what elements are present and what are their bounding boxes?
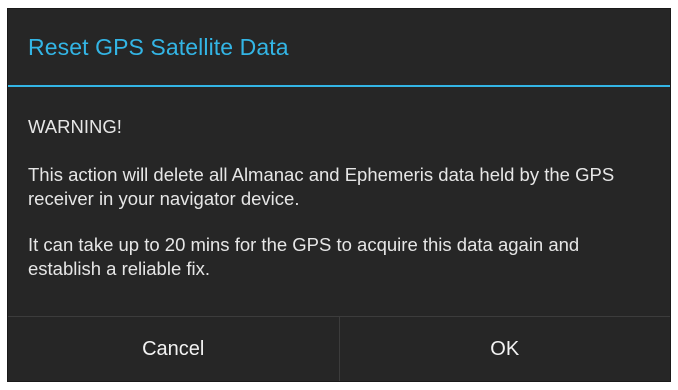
dialog-body: WARNING! This action will delete all Alm… — [8, 87, 670, 312]
warning-text: WARNING! — [28, 116, 122, 137]
reset-gps-dialog: Reset GPS Satellite Data WARNING! This a… — [7, 8, 671, 382]
dialog-header: Reset GPS Satellite Data — [8, 9, 670, 87]
dialog-title: Reset GPS Satellite Data — [28, 33, 289, 60]
message-delete-data: This action will delete all Almanac and … — [28, 164, 615, 209]
cancel-button[interactable]: Cancel — [8, 317, 339, 381]
ok-button[interactable]: OK — [338, 317, 671, 381]
dialog-button-bar: Cancel OK — [8, 316, 670, 381]
message-reacquire-time: It can take up to 20 mins for the GPS to… — [28, 234, 580, 279]
